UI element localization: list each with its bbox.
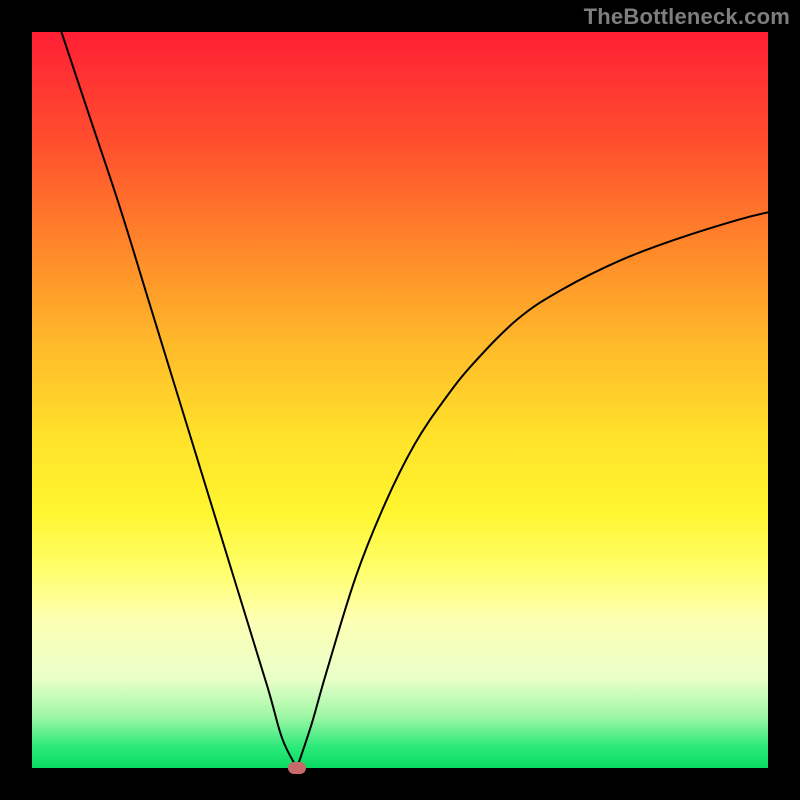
curve-right-branch — [297, 212, 768, 768]
watermark-text: TheBottleneck.com — [584, 4, 790, 30]
chart-svg — [32, 32, 768, 768]
min-marker — [288, 762, 306, 774]
plot-area — [32, 32, 768, 768]
chart-stage: TheBottleneck.com — [0, 0, 800, 800]
curve-left-branch — [61, 32, 297, 768]
